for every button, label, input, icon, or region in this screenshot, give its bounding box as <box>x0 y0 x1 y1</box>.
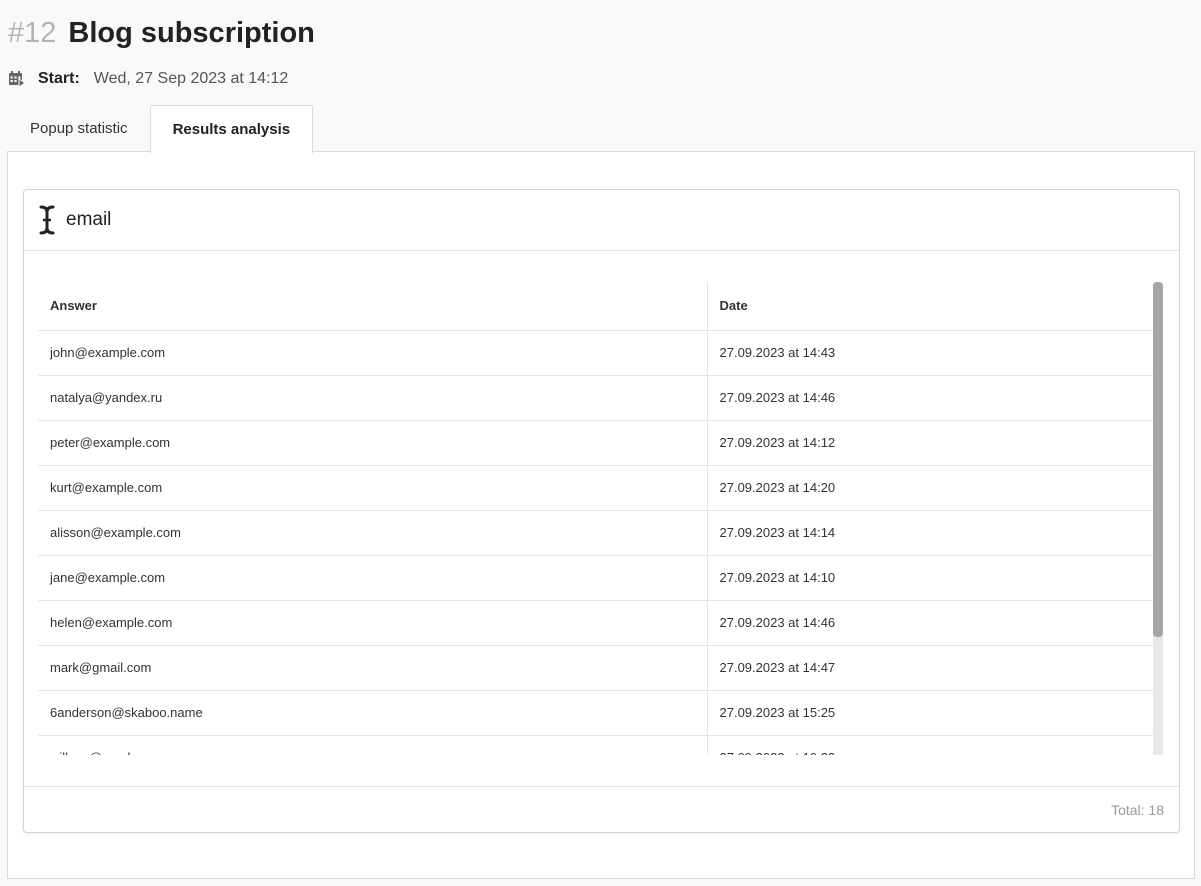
tab-results-analysis[interactable]: Results analysis <box>149 105 314 153</box>
answer-cell: kurt@example.com <box>38 465 708 511</box>
table-row: mark@gmail.com 27.09.2023 at 14:47 <box>38 645 1153 691</box>
date-cell: 27.09.2023 at 14:46 <box>707 375 1153 421</box>
card-footer: Total: 18 <box>24 786 1179 832</box>
table-header-row: Answer Date <box>38 282 1153 331</box>
date-cell: 27.09.2023 at 14:10 <box>707 555 1153 601</box>
date-cell: 27.09.2023 at 14:43 <box>707 330 1153 376</box>
answers-table-container[interactable]: Answer Date john@example.com 27.09.2023 a… <box>38 282 1178 755</box>
popup-number: #12 <box>8 17 57 49</box>
answer-cell: jane@example.com <box>38 555 708 601</box>
text-cursor-icon <box>39 205 55 235</box>
answer-cell: peter@example.com <box>38 420 708 466</box>
start-info: Start: Wed, 27 Sep 2023 at 14:12 <box>8 68 288 90</box>
table-row: willson@yandex.ru27.09.2023 at 19:33 <box>38 735 1153 755</box>
table-row: alisson@example.com 27.09.2023 at 14:14 <box>38 510 1153 556</box>
table-scrollbar[interactable] <box>1153 282 1163 755</box>
table-row: helen@example.com 27.09.2023 at 14:46 <box>38 600 1153 646</box>
answer-cell: john@example.com <box>38 330 708 376</box>
tabs: Popup statistic Results analysis <box>8 105 314 153</box>
answers-table: Answer Date john@example.com 27.09.2023 a… <box>38 282 1153 755</box>
date-cell: 27.09.2023 at 14:47 <box>707 645 1153 691</box>
date-cell: 27.09.2023 at 14:20 <box>707 465 1153 511</box>
start-label: Start: <box>38 70 80 87</box>
table-row: natalya@yandex.ru 27.09.2023 at 14:46 <box>38 375 1153 421</box>
date-cell: 27.09.2023 at 14:14 <box>707 510 1153 556</box>
card-title: email <box>66 209 112 230</box>
calendar-icon <box>9 71 26 88</box>
date-cell: 27.09.2023 at 14:12 <box>707 420 1153 466</box>
scrollbar-thumb[interactable] <box>1153 282 1163 637</box>
answer-cell: mark@gmail.com <box>38 645 708 691</box>
field-card: email Answer Date john@example.com 27.09.… <box>23 189 1180 833</box>
table-row: kurt@example.com 27.09.2023 at 14:20 <box>38 465 1153 511</box>
popup-title: Blog subscription <box>68 17 315 49</box>
date-cell: 27.09.2023 at 19:33 <box>707 735 1153 755</box>
date-cell: 27.09.2023 at 14:46 <box>707 600 1153 646</box>
answer-cell: 6anderson@skaboo.name <box>38 690 708 736</box>
answer-cell: willson@yandex.ru <box>38 735 708 755</box>
card-header: email <box>24 190 1179 251</box>
table-row: jane@example.com 27.09.2023 at 14:10 <box>38 555 1153 601</box>
table-row: john@example.com 27.09.2023 at 14:43 <box>38 330 1153 376</box>
results-analysis-panel: email Answer Date john@example.com 27.09.… <box>7 151 1195 879</box>
date-cell: 27.09.2023 at 15:25 <box>707 690 1153 736</box>
start-value: Wed, 27 Sep 2023 at 14:12 <box>93 70 289 87</box>
column-header-date: Date <box>707 282 1153 331</box>
table-row: peter@example.com 27.09.2023 at 14:12 <box>38 420 1153 466</box>
page: #12 Blog subscription Start: Wed, 27 Sep … <box>0 0 1201 886</box>
page-title: #12 Blog subscription <box>8 14 315 52</box>
tab-popup-statistic[interactable]: Popup statistic <box>8 105 150 152</box>
answer-cell: helen@example.com <box>38 600 708 646</box>
column-header-answer: Answer <box>38 282 708 331</box>
total-count: Total: 18 <box>1111 801 1164 818</box>
answer-cell: alisson@example.com <box>38 510 708 556</box>
answer-cell: natalya@yandex.ru <box>38 375 708 421</box>
table-row: 6anderson@skaboo.name 27.09.2023 at 15:25 <box>38 690 1153 736</box>
